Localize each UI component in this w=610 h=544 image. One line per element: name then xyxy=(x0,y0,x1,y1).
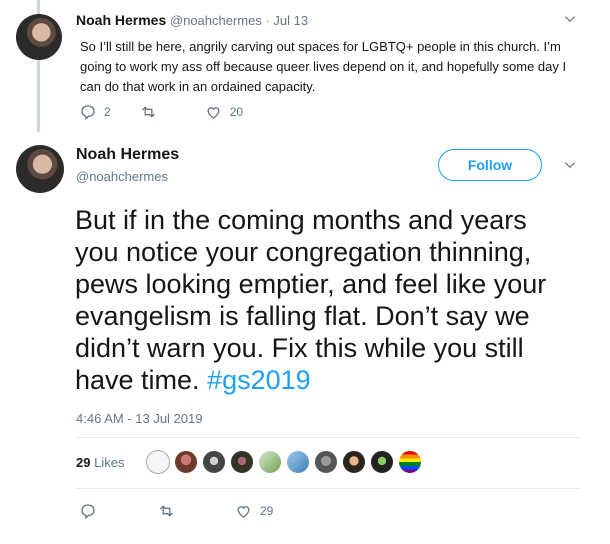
liker-avatars xyxy=(146,450,422,474)
parent-tweet-text: So I’ll still be here, angrily carving o… xyxy=(80,39,567,94)
parent-like-button[interactable]: 20 xyxy=(205,104,243,120)
parent-header: Noah Hermes @noahchermes · Jul 13 xyxy=(76,12,308,28)
heart-icon xyxy=(207,107,220,119)
parent-retweet-button[interactable] xyxy=(140,104,157,120)
liker-avatar[interactable] xyxy=(398,450,422,474)
parent-actions-bar: 2 20 xyxy=(80,104,243,120)
liker-avatar[interactable] xyxy=(146,450,170,474)
main-reply-button[interactable] xyxy=(80,503,96,519)
liker-avatar[interactable] xyxy=(370,450,394,474)
liker-avatar[interactable] xyxy=(174,450,198,474)
parent-like-count: 20 xyxy=(229,105,244,119)
parent-date[interactable]: · Jul 13 xyxy=(265,13,308,28)
main-more-chevron-down-icon[interactable] xyxy=(563,158,577,176)
main-author-handle[interactable]: @noahchermes xyxy=(76,169,168,184)
avatar-main[interactable] xyxy=(16,145,64,193)
divider-bottom xyxy=(76,488,581,489)
likes-summary-label: Likes xyxy=(94,455,125,470)
liker-avatar[interactable] xyxy=(258,450,282,474)
retweet-icon xyxy=(160,505,173,517)
parent-more-chevron-down-icon[interactable] xyxy=(563,12,577,30)
divider-top xyxy=(76,437,581,438)
main-like-count: 29 xyxy=(260,504,274,518)
reply-icon xyxy=(81,105,95,120)
liker-avatar[interactable] xyxy=(342,450,366,474)
follow-button[interactable]: Follow xyxy=(438,149,542,181)
parent-author-name[interactable]: Noah Hermes xyxy=(76,12,166,28)
reply-icon xyxy=(81,504,95,519)
liker-avatar[interactable] xyxy=(314,450,338,474)
main-tweet-text: But if in the coming months and years yo… xyxy=(75,204,575,396)
liker-avatar[interactable] xyxy=(202,450,226,474)
hashtag-link[interactable]: #gs2019 xyxy=(207,365,311,395)
tweet-timestamp[interactable]: 4:46 AM - 13 Jul 2019 xyxy=(76,411,202,426)
avatar-parent[interactable] xyxy=(16,14,62,60)
parent-reply-count: 2 xyxy=(104,105,111,119)
likes-summary[interactable]: 29 Likes xyxy=(76,455,124,470)
heart-icon xyxy=(237,506,250,518)
liker-avatar[interactable] xyxy=(230,450,254,474)
main-like-button[interactable]: 29 xyxy=(235,503,273,519)
main-retweet-button[interactable] xyxy=(158,503,175,519)
likes-summary-count: 29 xyxy=(76,455,91,470)
main-actions-bar: 29 xyxy=(80,503,273,519)
liker-avatar[interactable] xyxy=(286,450,310,474)
retweet-icon xyxy=(141,106,155,118)
parent-reply-button[interactable]: 2 xyxy=(80,104,111,120)
parent-author-handle[interactable]: @noahchermes xyxy=(170,13,262,28)
main-author-name[interactable]: Noah Hermes xyxy=(76,146,179,164)
